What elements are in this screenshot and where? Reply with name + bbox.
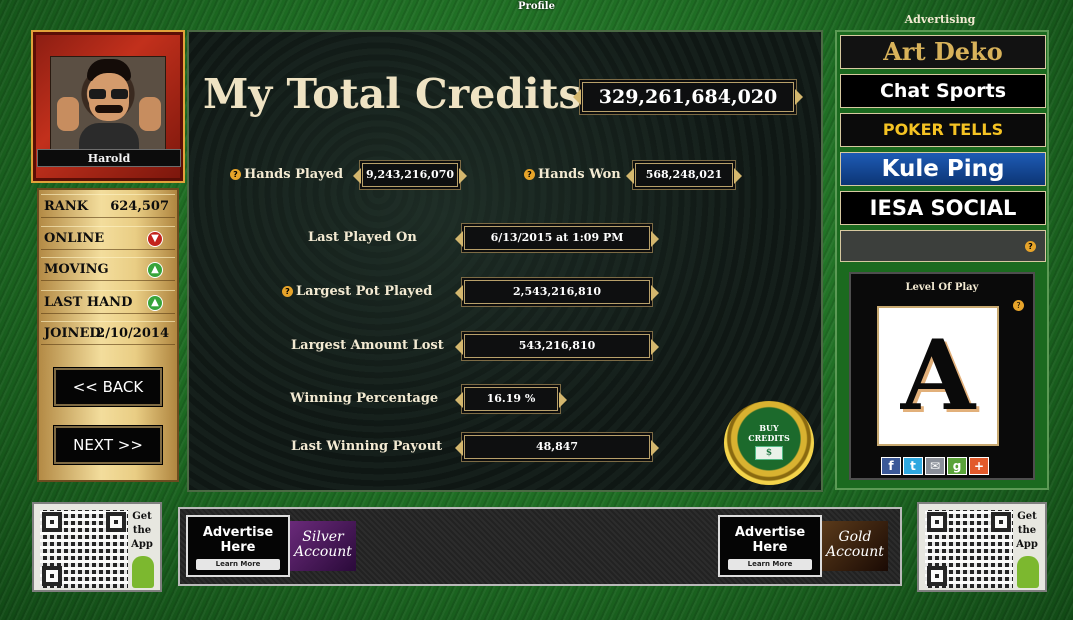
qr-code xyxy=(925,510,1013,588)
hands-won-label: ? Hands Won xyxy=(524,167,621,182)
ad-poker-tells[interactable]: POKER TELLS xyxy=(840,113,1046,147)
window-title: Profile xyxy=(518,1,555,12)
ad-kule-ping[interactable]: Kule Ping xyxy=(840,152,1046,186)
level-letter: A xyxy=(900,319,976,432)
ad-art-deko[interactable]: Art Deko xyxy=(840,35,1046,69)
largest-lost-value: 543,216,810 xyxy=(455,334,659,358)
largest-pot-value: 2,543,216,810 xyxy=(455,280,659,304)
avatar xyxy=(50,56,166,150)
moving-row: MOVING ▲ xyxy=(41,257,175,281)
ad-chat-sports[interactable]: Chat Sports xyxy=(840,74,1046,108)
get-app-text: Get the App xyxy=(1016,511,1038,550)
player-stats-panel: RANK 624,507 ONLINE ▼ MOVING ▲ LAST HAND… xyxy=(37,188,179,482)
learn-more-button[interactable]: Learn More xyxy=(728,559,812,570)
moving-label: MOVING xyxy=(44,262,109,277)
last-payout-label: Last Winning Payout xyxy=(291,439,443,454)
learn-more-button[interactable]: Learn More xyxy=(196,559,280,570)
silver-advertise-slot[interactable]: Advertise Here Learn More Silver Account xyxy=(186,515,356,579)
next-button[interactable]: NEXT >> xyxy=(54,426,162,464)
rank-value: 624,507 xyxy=(110,199,169,214)
app-qr-right[interactable]: Get the App xyxy=(917,502,1047,592)
advertise-here-button[interactable]: Advertise Here Learn More xyxy=(186,515,290,577)
credits-panel: My Total Credits 329,261,684,020 ? Hands … xyxy=(187,30,823,492)
advertise-here-button[interactable]: Advertise Here Learn More xyxy=(718,515,822,577)
joined-row: JOINED 2/10/2014 xyxy=(41,321,175,345)
last-payout-value: 48,847 xyxy=(455,435,659,459)
thumbs-down-icon: ▼ xyxy=(147,231,163,247)
bottom-ad-strip: Advertise Here Learn More Silver Account A… xyxy=(178,507,902,586)
largest-pot-label: ? Largest Pot Played xyxy=(282,284,432,299)
silver-account-badge: Silver Account xyxy=(290,521,356,571)
android-icon xyxy=(132,556,154,588)
level-badge: A xyxy=(877,306,999,446)
page-title: My Total Credits xyxy=(203,70,582,118)
get-app-text: Get the App xyxy=(131,511,153,550)
winning-pct-value: 16.19 % xyxy=(455,387,567,411)
rank-label: RANK xyxy=(44,199,89,214)
thumbs-up-icon: ▲ xyxy=(147,295,163,311)
advertising-header: Advertising xyxy=(904,13,976,26)
add-icon[interactable]: + xyxy=(969,457,989,475)
buy-credits-button[interactable]: BUY CREDITS $ xyxy=(724,401,814,485)
winning-pct-label: Winning Percentage xyxy=(290,391,439,406)
back-button[interactable]: << BACK xyxy=(54,368,162,406)
largest-lost-label: Largest Amount Lost xyxy=(291,338,444,353)
avatar-frame: Harold xyxy=(31,30,185,183)
ad-empty-slot[interactable]: ? xyxy=(840,230,1046,262)
gold-advertise-slot[interactable]: Advertise Here Learn More Gold Account xyxy=(718,515,888,579)
google-plus-icon[interactable]: g xyxy=(947,457,967,475)
help-icon[interactable]: ? xyxy=(1025,241,1036,252)
app-qr-left[interactable]: Get the App xyxy=(32,502,162,592)
help-icon[interactable]: ? xyxy=(524,169,535,180)
online-row: ONLINE ▼ xyxy=(41,226,175,250)
android-icon xyxy=(1017,556,1039,588)
cash-icon: $ xyxy=(755,446,783,460)
ad-iesa-social[interactable]: IESA SOCIAL xyxy=(840,191,1046,225)
buy-label: BUY xyxy=(759,423,779,433)
hands-won-value: 568,248,021 xyxy=(626,163,742,187)
last-played-label: Last Played On xyxy=(308,230,417,245)
rank-row: RANK 624,507 xyxy=(41,194,175,218)
hands-played-value: 9,243,216,070 xyxy=(353,163,467,187)
level-of-play-title: Level Of Play xyxy=(905,282,979,293)
facebook-icon[interactable]: f xyxy=(881,457,901,475)
last-played-value: 6/13/2015 at 1:09 PM xyxy=(455,226,659,250)
credits-label: CREDITS xyxy=(748,433,790,443)
qr-code xyxy=(40,510,128,588)
thumbs-up-icon: ▲ xyxy=(147,262,163,278)
twitter-icon[interactable]: t xyxy=(903,457,923,475)
hands-played-label: ? Hands Played xyxy=(230,167,343,182)
last-hand-label: LAST HAND xyxy=(44,295,133,310)
total-credits-value: 329,261,684,020 xyxy=(573,82,803,112)
level-of-play-box: Level Of Play ? A f t ✉ g + xyxy=(849,272,1035,480)
joined-value: 2/10/2014 xyxy=(96,326,169,341)
player-name: Harold xyxy=(37,149,181,167)
email-icon[interactable]: ✉ xyxy=(925,457,945,475)
help-icon[interactable]: ? xyxy=(1013,300,1024,311)
advertising-column: Art Deko Chat Sports POKER TELLS Kule Pi… xyxy=(835,30,1049,490)
help-icon[interactable]: ? xyxy=(230,169,241,180)
last-hand-row: LAST HAND ▲ xyxy=(41,290,175,314)
joined-label: JOINED xyxy=(44,326,101,341)
online-label: ONLINE xyxy=(44,231,105,246)
help-icon[interactable]: ? xyxy=(282,286,293,297)
gold-account-badge: Gold Account xyxy=(822,521,888,571)
